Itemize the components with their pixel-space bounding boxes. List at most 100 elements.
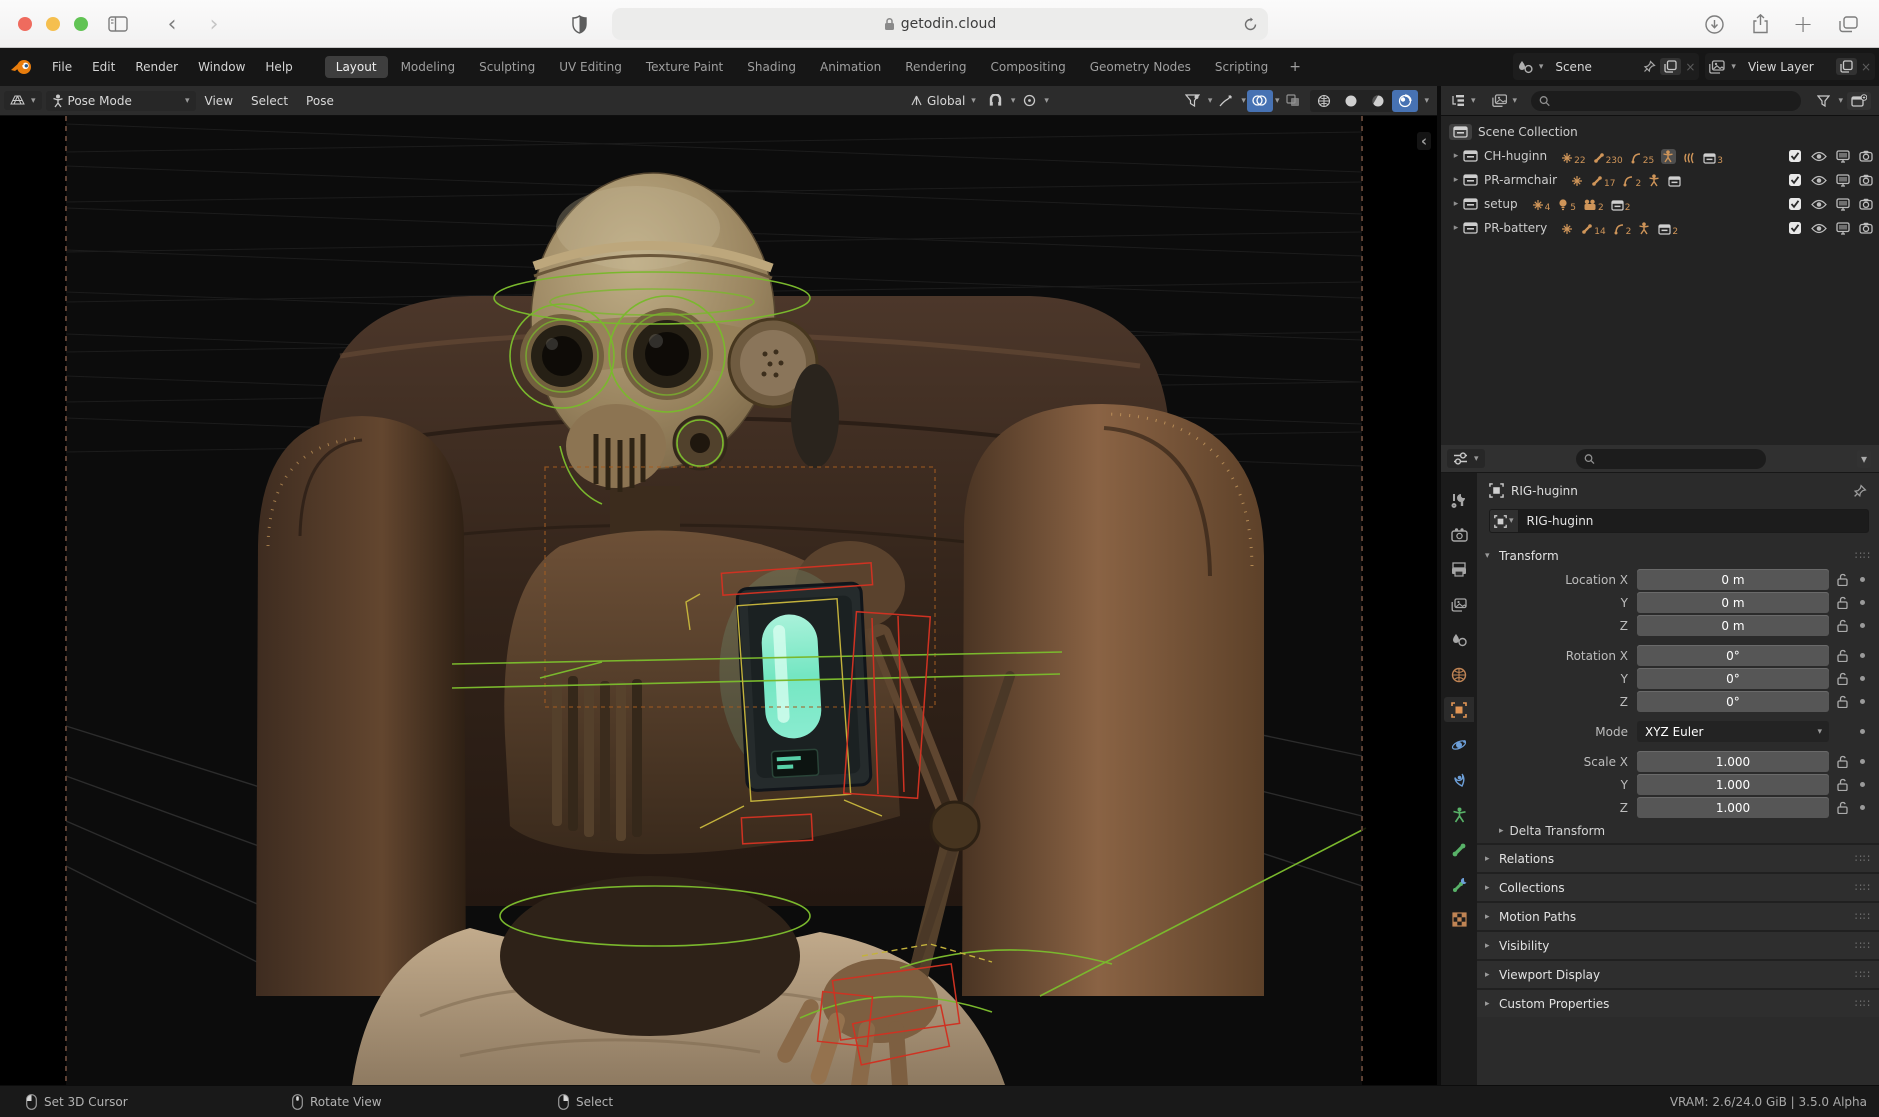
tab-bone-icon[interactable] [1444,837,1474,862]
pin-id-icon[interactable] [1853,484,1867,498]
lock-icon[interactable] [1829,778,1855,791]
address-bar[interactable]: getodin.cloud [612,8,1268,40]
snap-caret[interactable]: ▾ [1011,96,1016,106]
menu-edit[interactable]: Edit [82,56,125,78]
animate-dot[interactable] [1855,759,1869,764]
panel-relations[interactable]: ▸Relations∷∷ [1477,843,1879,872]
workspace-tab-scripting[interactable]: Scripting [1204,56,1279,78]
shading-solid-icon[interactable] [1338,90,1364,112]
object-name-input[interactable] [1518,509,1869,533]
pin-icon[interactable] [1643,60,1656,73]
tab-object-data-icon[interactable] [1444,802,1474,827]
hide-eye-icon[interactable] [1811,175,1827,186]
panel-visibility[interactable]: ▸Visibility∷∷ [1477,930,1879,959]
filter-caret[interactable]: ▾ [1838,96,1843,106]
new-tab-icon[interactable]: + [1789,10,1817,38]
view-layer-name[interactable]: View Layer [1740,60,1832,74]
workspace-tab-layout[interactable]: Layout [325,56,388,78]
forward-icon[interactable]: › [200,10,228,38]
outliner-row-scene-collection[interactable]: Scene Collection [1441,120,1879,144]
properties-editor-type-button[interactable]: ▾ [1447,449,1485,468]
lock-icon[interactable] [1829,801,1855,814]
tab-texture-icon[interactable] [1444,907,1474,932]
hide-eye-icon[interactable] [1811,151,1827,162]
menu-render[interactable]: Render [125,56,188,78]
location-x-input[interactable]: 0 m [1637,569,1829,590]
lock-icon[interactable] [1829,672,1855,685]
outliner-search-input[interactable] [1555,94,1793,108]
shading-caret[interactable]: ▾ [1424,96,1429,106]
close-window-button[interactable] [18,17,32,31]
panel-motion-paths[interactable]: ▸Motion Paths∷∷ [1477,901,1879,930]
new-collection-button[interactable] [1847,92,1871,110]
tab-constraints-icon[interactable] [1444,767,1474,792]
object-id-icon[interactable]: ▾ [1489,509,1518,533]
workspace-tab-rendering[interactable]: Rendering [894,56,977,78]
checkbox-icon[interactable] [1788,197,1802,211]
checkbox-icon[interactable] [1788,149,1802,163]
workspace-tab-uv-editing[interactable]: UV Editing [548,56,633,78]
checkbox-icon[interactable] [1788,221,1802,235]
lock-icon[interactable] [1829,755,1855,768]
scale-y-input[interactable]: 1.000 [1637,774,1829,795]
outliner-row-ch-huginn[interactable]: ▸ CH-huginn 22 230 25 3 [1441,144,1879,168]
workspace-tab-geometry-nodes[interactable]: Geometry Nodes [1079,56,1202,78]
animate-dot[interactable] [1855,676,1869,681]
panel-viewport-display[interactable]: ▸Viewport Display∷∷ [1477,959,1879,988]
viewport-3d[interactable]: ‹ [0,116,1437,1085]
tab-render-icon[interactable] [1444,522,1474,547]
show-hide-filter-icon[interactable] [1180,90,1206,112]
blender-logo[interactable] [10,58,34,76]
overlays-caret[interactable]: ▾ [1275,96,1280,106]
menu-file[interactable]: File [42,56,82,78]
zoom-window-button[interactable] [74,17,88,31]
drag-dots-icon[interactable]: ∷∷ [1855,968,1871,981]
shield-icon[interactable] [565,10,593,38]
sidebar-expand-arrow[interactable]: ‹ [1417,132,1431,150]
expand-icon[interactable]: ▸ [1449,175,1463,185]
animate-dot[interactable] [1855,805,1869,810]
gizmo-icon[interactable] [1213,90,1239,112]
editor-type-button[interactable]: ▾ [4,91,42,110]
outliner-row-pr-armchair[interactable]: ▸ PR-armchair 17 2 [1441,168,1879,192]
drag-dots-icon[interactable]: ∷∷ [1855,549,1871,562]
checkbox-icon[interactable] [1788,173,1802,187]
drag-dots-icon[interactable]: ∷∷ [1855,939,1871,952]
unlink-scene-icon[interactable]: × [1685,60,1695,74]
view-layer-icon[interactable] [1709,60,1725,74]
drag-dots-icon[interactable]: ∷∷ [1855,881,1871,894]
viewport-menu-view[interactable]: View [196,91,242,111]
reload-icon[interactable] [1243,17,1258,32]
animate-dot[interactable] [1855,653,1869,658]
panel-collections[interactable]: ▸Collections∷∷ [1477,872,1879,901]
add-workspace-button[interactable]: + [1281,55,1309,79]
animate-dot[interactable] [1855,729,1869,734]
hide-eye-icon[interactable] [1811,199,1827,210]
orientation-dropdown[interactable]: Global ▾ [904,91,982,111]
workspace-tab-animation[interactable]: Animation [809,56,892,78]
overlays-icon[interactable] [1247,90,1273,112]
new-scene-copy-icon[interactable] [1660,58,1681,75]
workspace-tab-sculpting[interactable]: Sculpting [468,56,546,78]
disable-render-icon[interactable] [1859,150,1873,162]
disable-viewport-icon[interactable] [1836,222,1850,235]
drag-dots-icon[interactable]: ∷∷ [1855,997,1871,1010]
tab-physics-icon[interactable] [1444,732,1474,757]
location-y-input[interactable]: 0 m [1637,592,1829,613]
tab-object-icon[interactable] [1444,697,1474,722]
expand-icon[interactable]: ▸ [1449,199,1463,209]
disable-viewport-icon[interactable] [1836,198,1850,211]
scene-name[interactable]: Scene [1547,60,1639,74]
menu-window[interactable]: Window [188,56,255,78]
drag-dots-icon[interactable]: ∷∷ [1855,910,1871,923]
viewport-menu-select[interactable]: Select [242,91,297,111]
filter-funnel-icon[interactable] [1810,90,1836,112]
proportional-caret[interactable]: ▾ [1044,96,1049,106]
panel-custom-properties[interactable]: ▸Custom Properties∷∷ [1477,988,1879,1017]
outliner-search[interactable] [1531,91,1801,111]
hide-eye-icon[interactable] [1811,223,1827,234]
minimize-window-button[interactable] [46,17,60,31]
tab-scene-icon[interactable] [1444,627,1474,652]
breadcrumb-object-name[interactable]: RIG-huginn [1511,484,1578,498]
lock-icon[interactable] [1829,619,1855,632]
